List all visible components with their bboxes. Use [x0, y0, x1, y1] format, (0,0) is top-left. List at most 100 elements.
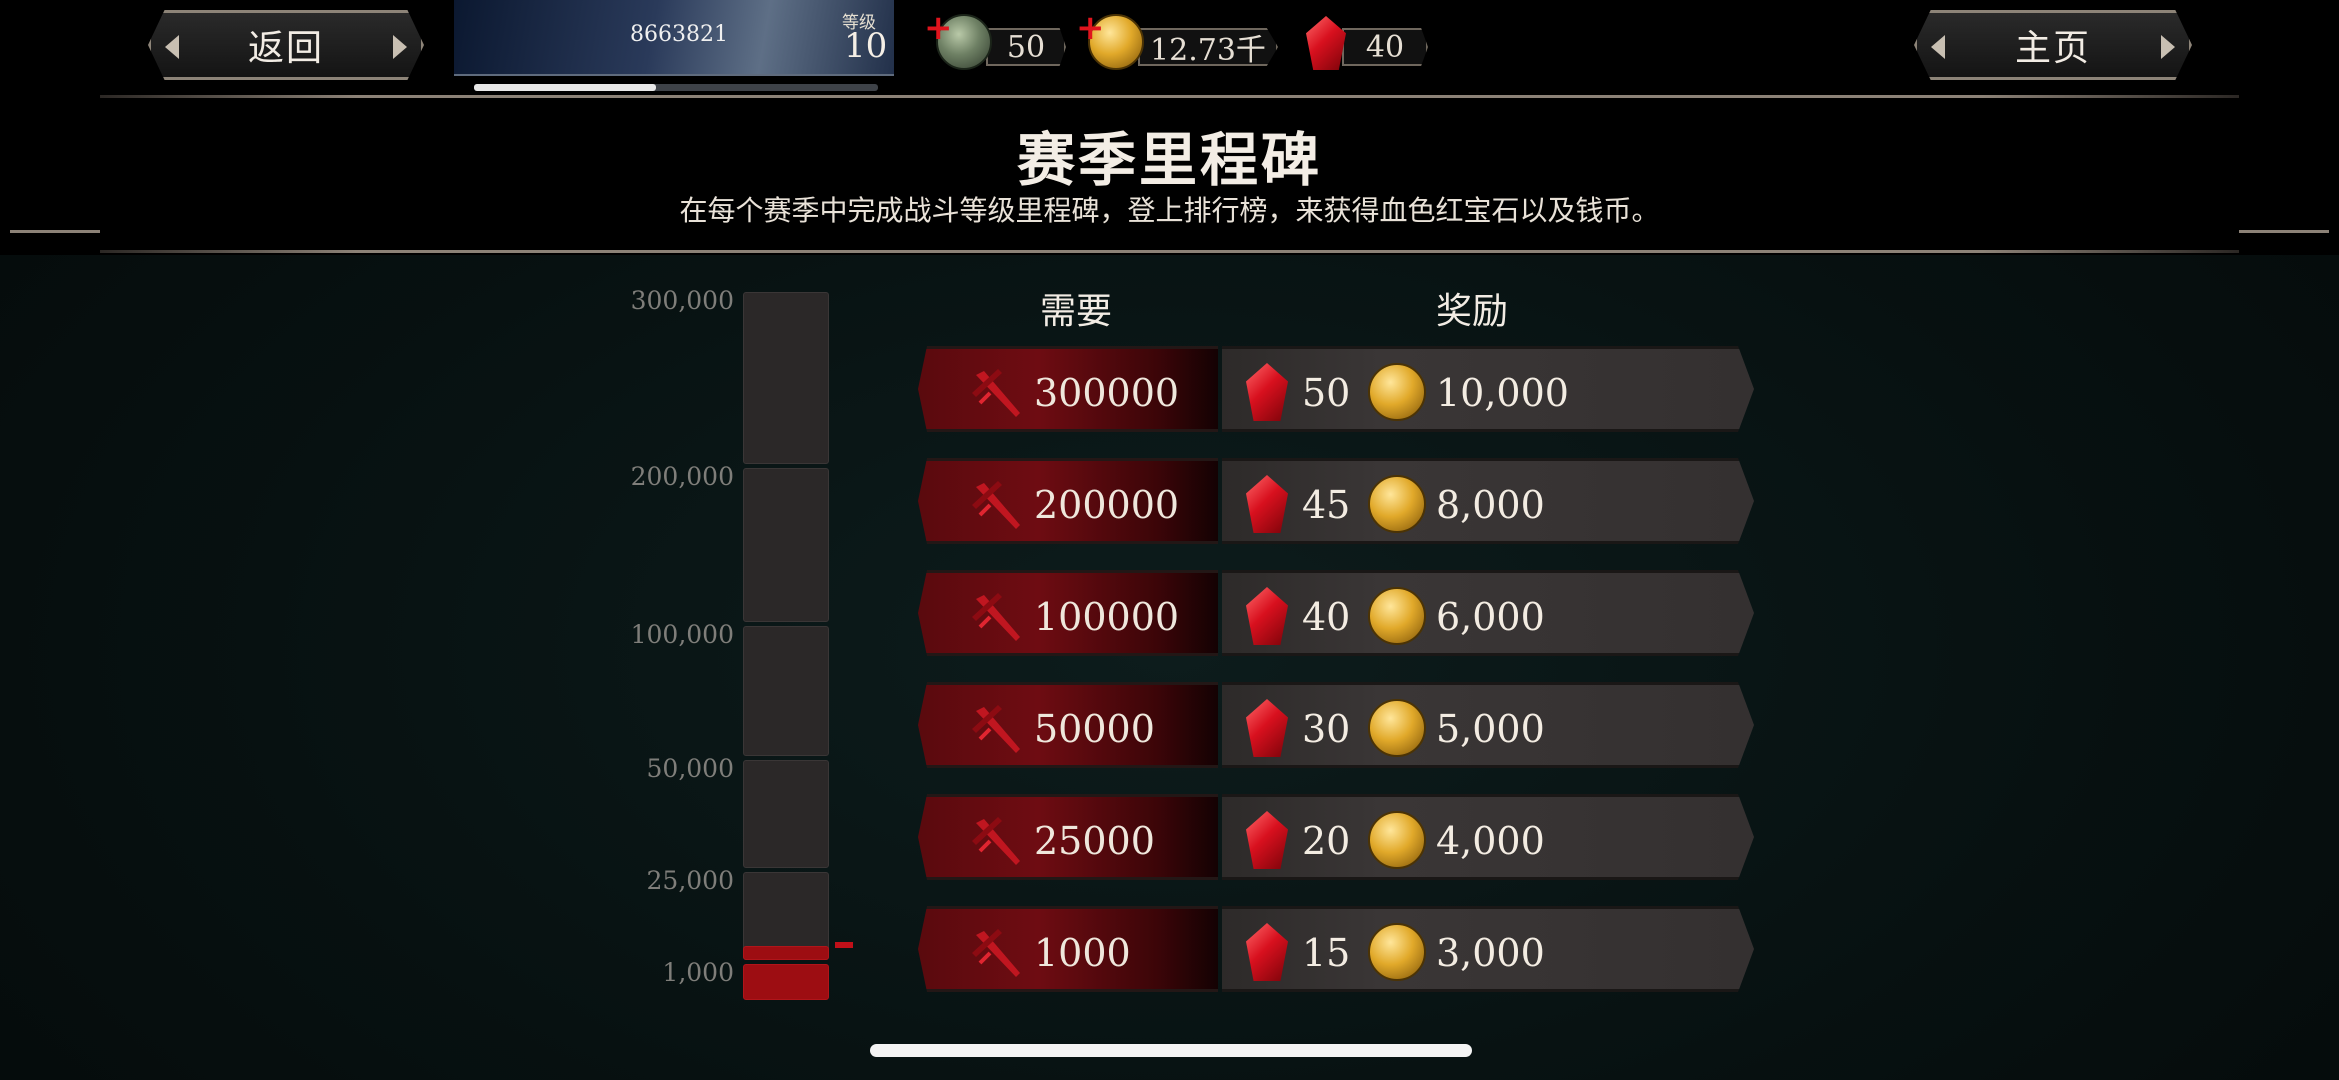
milestone-row: 100000 40 6,000 — [918, 568, 1754, 658]
coin-currency[interactable]: 12.73千 + — [1076, 8, 1278, 74]
gold-coin-icon — [1368, 811, 1426, 869]
coin-currency-plate: 12.73千 — [1138, 28, 1278, 66]
chevron-left-icon — [1931, 35, 1945, 59]
page-header: 赛季里程碑 在每个赛季中完成战斗等级里程碑，登上排行榜，来获得血色红宝石以及钱币… — [0, 95, 2339, 255]
meter-current-marker — [835, 942, 853, 948]
ruby-reward-value: 50 — [1302, 371, 1351, 415]
milestone-reward: 40 6,000 — [1222, 570, 1754, 656]
requirement-value: 50000 — [1034, 707, 1155, 751]
milestone-reward: 15 3,000 — [1222, 906, 1754, 992]
milestone-requirement: 25000 — [918, 794, 1218, 880]
requirement-value: 100000 — [1034, 595, 1180, 639]
player-card[interactable]: 8663821 等级 10 — [454, 0, 894, 76]
meter-tick-label: 100,000 — [630, 620, 734, 649]
milestone-requirement: 200000 — [918, 458, 1218, 544]
requirement-value: 300000 — [1034, 371, 1180, 415]
milestone-requirement: 300000 — [918, 346, 1218, 432]
xp-progress-bar — [474, 84, 878, 91]
dagger-icon — [972, 369, 1020, 417]
column-header-reward: 奖励 — [1436, 291, 1509, 332]
gold-coin-icon — [1368, 475, 1426, 533]
meter-tick-label: 1,000 — [662, 958, 734, 987]
dagger-icon — [972, 593, 1020, 641]
back-button-label: 返回 — [247, 28, 324, 69]
home-button[interactable]: 主页 — [1914, 10, 2192, 80]
add-coin-icon[interactable]: + — [1076, 8, 1105, 48]
milestone-reward: 30 5,000 — [1222, 682, 1754, 768]
meter-tick-label: 50,000 — [646, 754, 734, 783]
coin-reward-value: 4,000 — [1436, 819, 1545, 863]
xp-progress-fill — [474, 84, 656, 91]
dagger-icon — [972, 705, 1020, 753]
header-ornament-left — [10, 230, 100, 233]
meter-segment — [743, 468, 829, 622]
header-divider-bottom — [100, 250, 2239, 253]
column-header-required: 需要 — [1040, 291, 1113, 332]
chevron-left-icon — [165, 35, 179, 59]
coin-reward-value: 3,000 — [1436, 931, 1545, 975]
milestone-row: 300000 50 10,000 — [918, 344, 1754, 434]
ruby-reward-value: 15 — [1302, 931, 1351, 975]
milestone-reward: 45 8,000 — [1222, 458, 1754, 544]
page-title: 赛季里程碑 — [1016, 126, 1322, 194]
ruby-reward-value: 40 — [1302, 595, 1351, 639]
page-subtitle: 在每个赛季中完成战斗等级里程碑，登上排行榜，来获得血色红宝石以及钱币。 — [679, 194, 1660, 227]
ruby-icon — [1246, 363, 1288, 421]
coin-reward-value: 10,000 — [1436, 371, 1569, 415]
meter-tick-label: 200,000 — [630, 462, 734, 491]
skull-currency-plate: 50 — [986, 28, 1066, 66]
ruby-icon — [1246, 811, 1288, 869]
ruby-icon — [1246, 699, 1288, 757]
ruby-reward-value: 20 — [1302, 819, 1351, 863]
coin-currency-value: 12.73千 — [1150, 33, 1266, 68]
requirement-value: 25000 — [1034, 819, 1155, 863]
player-id: 8663821 — [630, 22, 728, 47]
add-skull-icon[interactable]: + — [924, 8, 953, 48]
gold-coin-icon — [1368, 699, 1426, 757]
milestone-requirement: 1000 — [918, 906, 1218, 992]
ruby-reward-value: 30 — [1302, 707, 1351, 751]
skull-currency-value: 50 — [1006, 29, 1046, 65]
header-divider-top — [100, 95, 2239, 98]
dagger-icon — [972, 481, 1020, 529]
ruby-icon — [1246, 475, 1288, 533]
milestone-reward: 50 10,000 — [1222, 346, 1754, 432]
gold-coin-icon — [1368, 587, 1426, 645]
chevron-right-icon — [393, 35, 407, 59]
home-indicator[interactable] — [870, 1044, 1472, 1057]
coin-reward-value: 5,000 — [1436, 707, 1545, 751]
coin-reward-value: 8,000 — [1436, 483, 1545, 527]
ruby-icon — [1246, 587, 1288, 645]
home-button-label: 主页 — [2014, 28, 2091, 69]
milestone-row: 200000 45 8,000 — [918, 456, 1754, 546]
requirement-value: 1000 — [1034, 931, 1131, 975]
ruby-icon — [1306, 16, 1346, 70]
milestone-requirement: 100000 — [918, 570, 1218, 656]
ruby-currency[interactable]: 40 — [1306, 14, 1428, 74]
meter-segment — [743, 292, 829, 464]
ruby-currency-plate: 40 — [1342, 28, 1428, 66]
level-value: 10 — [844, 26, 888, 66]
header-ornament-right — [2239, 230, 2329, 233]
milestone-progress-meter: 300,000 200,000 100,000 50,000 25,000 1,… — [620, 286, 860, 1010]
milestone-row: 50000 30 5,000 — [918, 680, 1754, 770]
milestone-row: 1000 15 3,000 — [918, 904, 1754, 994]
dagger-icon — [972, 929, 1020, 977]
meter-tick-label: 300,000 — [630, 286, 734, 315]
meter-segment — [743, 626, 829, 756]
top-bar: 返回 8663821 等级 10 50 + 12.73千 + 40 主页 — [0, 0, 2339, 100]
gold-coin-icon — [1368, 363, 1426, 421]
meter-tick-label: 25,000 — [646, 866, 734, 895]
milestone-row: 25000 20 4,000 — [918, 792, 1754, 882]
skull-currency[interactable]: 50 + — [924, 8, 1066, 74]
meter-segment-completed — [743, 964, 829, 1000]
milestone-requirement: 50000 — [918, 682, 1218, 768]
ruby-currency-value: 40 — [1365, 29, 1405, 65]
ruby-reward-value: 45 — [1302, 483, 1351, 527]
back-button[interactable]: 返回 — [148, 10, 424, 80]
coin-reward-value: 6,000 — [1436, 595, 1545, 639]
chevron-right-icon — [2161, 35, 2175, 59]
ruby-icon — [1246, 923, 1288, 981]
gold-coin-icon — [1368, 923, 1426, 981]
dagger-icon — [972, 817, 1020, 865]
